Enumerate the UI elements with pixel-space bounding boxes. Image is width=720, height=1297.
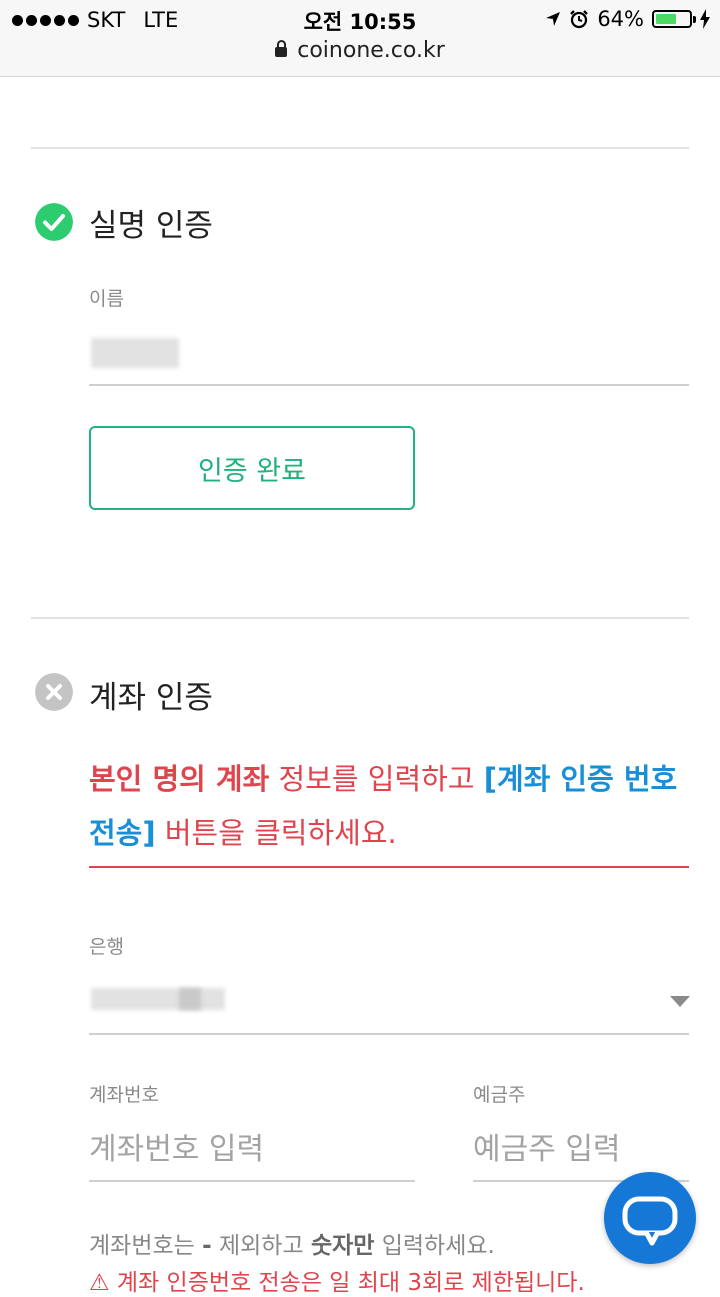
name-section-title: 실명 인증 <box>89 208 213 244</box>
account-section-title: 계좌 인증 <box>89 680 213 716</box>
check-circle-icon <box>35 203 73 241</box>
section-divider <box>31 147 689 149</box>
section-divider <box>31 617 689 619</box>
notice-text: 정보를 입력하고 <box>269 762 484 796</box>
location-arrow-icon <box>546 12 561 26</box>
chat-button[interactable] <box>604 1172 696 1264</box>
account-number-input[interactable] <box>89 1128 409 1170</box>
caret-down-icon[interactable] <box>670 996 690 1007</box>
hint-text: 계좌번호는 <box>89 1233 203 1259</box>
bank-field-underline <box>89 1033 689 1035</box>
hint-text: 제외하고 <box>211 1233 311 1259</box>
alarm-clock-icon <box>570 10 589 29</box>
holder-input[interactable] <box>473 1128 673 1170</box>
x-circle-icon <box>35 673 73 711</box>
account-number-label: 계좌번호 <box>89 1084 159 1106</box>
bank-label: 은행 <box>89 936 124 958</box>
chat-bubble-icon <box>622 1196 678 1246</box>
bank-value-redacted <box>91 988 225 1010</box>
status-right: 64% <box>545 7 710 31</box>
name-value-redacted <box>91 338 179 368</box>
name-field-underline <box>89 384 689 386</box>
hint-dash: - <box>202 1233 212 1259</box>
account-number-underline <box>89 1180 415 1182</box>
notice-own-account: 본인 명의 계좌 <box>89 762 270 796</box>
battery-percent: 64% <box>597 7 644 31</box>
hint-text: 입력하세요. <box>374 1233 495 1259</box>
bank-value-redacted <box>179 988 201 1010</box>
verification-done-button[interactable]: 인증 완료 <box>89 426 415 510</box>
battery-icon <box>652 10 696 28</box>
account-notice: 본인 명의 계좌 정보를 입력하고 [계좌 인증 번호 전송] 버튼을 클릭하세… <box>89 752 689 860</box>
charging-bolt-icon <box>700 9 710 29</box>
name-label: 이름 <box>89 288 124 310</box>
lock-icon <box>275 40 288 57</box>
url-text: coinone.co.kr <box>297 38 445 63</box>
notice-underline <box>89 866 689 868</box>
address-bar[interactable]: coinone.co.kr <box>0 38 720 63</box>
notice-text-end: 버튼을 클릭하세요. <box>155 816 397 850</box>
account-number-hint: 계좌번호는 - 제외하고 숫자만 입력하세요. <box>89 1226 495 1260</box>
status-bar: SKT LTE 오전 10:55 64% coinone.co.kr <box>0 0 720 77</box>
send-limit-warning: ⚠ 계좌 인증번호 전송은 일 최대 3회로 제한됩니다. <box>89 1270 585 1296</box>
hint-numbers-only: 숫자만 <box>310 1233 375 1259</box>
bank-select[interactable] <box>89 960 689 1034</box>
holder-label: 예금주 <box>473 1084 526 1106</box>
